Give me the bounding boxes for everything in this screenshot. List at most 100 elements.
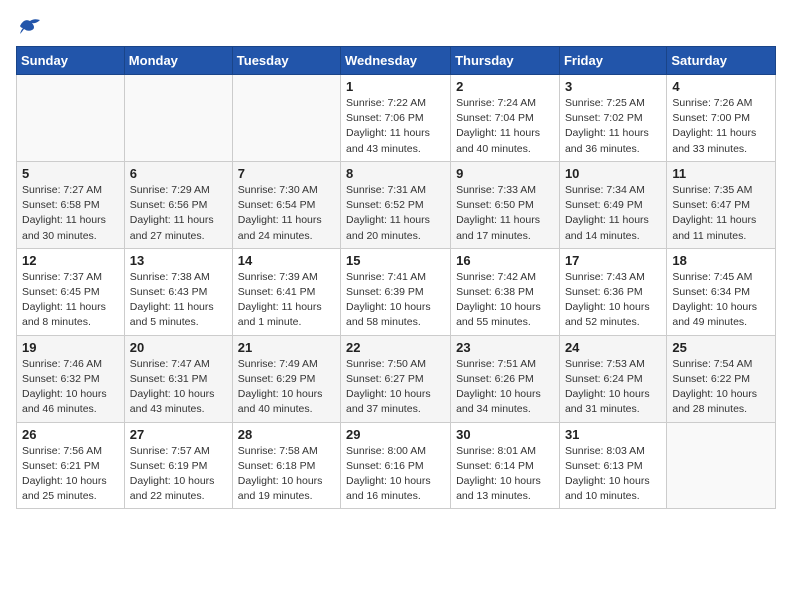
day-number: 7 bbox=[238, 166, 335, 181]
day-info: Sunrise: 8:01 AM Sunset: 6:14 PM Dayligh… bbox=[456, 444, 554, 505]
calendar-cell: 5 Sunrise: 7:27 AM Sunset: 6:58 PM Daylig… bbox=[17, 161, 125, 248]
day-info: Sunrise: 7:25 AM Sunset: 7:02 PM Dayligh… bbox=[565, 96, 661, 157]
calendar-cell: 1 Sunrise: 7:22 AM Sunset: 7:06 PM Daylig… bbox=[341, 75, 451, 162]
day-info: Sunrise: 7:39 AM Sunset: 6:41 PM Dayligh… bbox=[238, 270, 335, 331]
calendar-cell: 31 Sunrise: 8:03 AM Sunset: 6:13 PM Dayli… bbox=[559, 422, 666, 509]
day-number: 3 bbox=[565, 79, 661, 94]
calendar-cell: 30Sunrise: 8:01 AM Sunset: 6:14 PM Dayli… bbox=[451, 422, 560, 509]
day-number: 12 bbox=[22, 253, 119, 268]
logo-bird-icon bbox=[18, 16, 42, 36]
calendar-cell: 25 Sunrise: 7:54 AM Sunset: 6:22 PM Dayli… bbox=[667, 335, 776, 422]
calendar-cell: 20 Sunrise: 7:47 AM Sunset: 6:31 PM Dayli… bbox=[124, 335, 232, 422]
day-info: Sunrise: 7:45 AM Sunset: 6:34 PM Dayligh… bbox=[672, 270, 770, 331]
day-info: Sunrise: 7:42 AM Sunset: 6:38 PM Dayligh… bbox=[456, 270, 554, 331]
calendar-cell: 10Sunrise: 7:34 AM Sunset: 6:49 PM Dayli… bbox=[559, 161, 666, 248]
calendar-cell: 12Sunrise: 7:37 AM Sunset: 6:45 PM Dayli… bbox=[17, 248, 125, 335]
day-number: 4 bbox=[672, 79, 770, 94]
day-info: Sunrise: 7:49 AM Sunset: 6:29 PM Dayligh… bbox=[238, 357, 335, 418]
calendar-cell: 8 Sunrise: 7:31 AM Sunset: 6:52 PM Daylig… bbox=[341, 161, 451, 248]
calendar-cell: 9 Sunrise: 7:33 AM Sunset: 6:50 PM Daylig… bbox=[451, 161, 560, 248]
day-info: Sunrise: 8:00 AM Sunset: 6:16 PM Dayligh… bbox=[346, 444, 445, 505]
calendar-week-row: 1 Sunrise: 7:22 AM Sunset: 7:06 PM Daylig… bbox=[17, 75, 776, 162]
calendar-cell: 24 Sunrise: 7:53 AM Sunset: 6:24 PM Dayli… bbox=[559, 335, 666, 422]
day-number: 1 bbox=[346, 79, 445, 94]
day-info: Sunrise: 7:31 AM Sunset: 6:52 PM Dayligh… bbox=[346, 183, 445, 244]
page-container: SundayMondayTuesdayWednesdayThursdayFrid… bbox=[0, 0, 792, 521]
day-info: Sunrise: 7:24 AM Sunset: 7:04 PM Dayligh… bbox=[456, 96, 554, 157]
day-info: Sunrise: 7:56 AM Sunset: 6:21 PM Dayligh… bbox=[22, 444, 119, 505]
header bbox=[16, 16, 776, 36]
day-info: Sunrise: 8:03 AM Sunset: 6:13 PM Dayligh… bbox=[565, 444, 661, 505]
weekday-header-wednesday: Wednesday bbox=[341, 47, 451, 75]
day-number: 24 bbox=[565, 340, 661, 355]
day-number: 29 bbox=[346, 427, 445, 442]
calendar-cell: 4 Sunrise: 7:26 AM Sunset: 7:00 PM Daylig… bbox=[667, 75, 776, 162]
day-info: Sunrise: 7:38 AM Sunset: 6:43 PM Dayligh… bbox=[130, 270, 227, 331]
day-info: Sunrise: 7:34 AM Sunset: 6:49 PM Dayligh… bbox=[565, 183, 661, 244]
day-info: Sunrise: 7:54 AM Sunset: 6:22 PM Dayligh… bbox=[672, 357, 770, 418]
day-info: Sunrise: 7:33 AM Sunset: 6:50 PM Dayligh… bbox=[456, 183, 554, 244]
day-number: 2 bbox=[456, 79, 554, 94]
day-number: 28 bbox=[238, 427, 335, 442]
weekday-header-saturday: Saturday bbox=[667, 47, 776, 75]
day-number: 25 bbox=[672, 340, 770, 355]
day-number: 17 bbox=[565, 253, 661, 268]
day-number: 26 bbox=[22, 427, 119, 442]
day-info: Sunrise: 7:57 AM Sunset: 6:19 PM Dayligh… bbox=[130, 444, 227, 505]
calendar-cell: 3 Sunrise: 7:25 AM Sunset: 7:02 PM Daylig… bbox=[559, 75, 666, 162]
calendar-cell: 28Sunrise: 7:58 AM Sunset: 6:18 PM Dayli… bbox=[232, 422, 340, 509]
day-number: 8 bbox=[346, 166, 445, 181]
calendar-cell: 22 Sunrise: 7:50 AM Sunset: 6:27 PM Dayli… bbox=[341, 335, 451, 422]
day-info: Sunrise: 7:26 AM Sunset: 7:00 PM Dayligh… bbox=[672, 96, 770, 157]
calendar-cell: 18 Sunrise: 7:45 AM Sunset: 6:34 PM Dayli… bbox=[667, 248, 776, 335]
day-info: Sunrise: 7:41 AM Sunset: 6:39 PM Dayligh… bbox=[346, 270, 445, 331]
calendar-cell: 14 Sunrise: 7:39 AM Sunset: 6:41 PM Dayli… bbox=[232, 248, 340, 335]
day-info: Sunrise: 7:30 AM Sunset: 6:54 PM Dayligh… bbox=[238, 183, 335, 244]
day-number: 9 bbox=[456, 166, 554, 181]
day-info: Sunrise: 7:29 AM Sunset: 6:56 PM Dayligh… bbox=[130, 183, 227, 244]
day-number: 18 bbox=[672, 253, 770, 268]
day-info: Sunrise: 7:51 AM Sunset: 6:26 PM Dayligh… bbox=[456, 357, 554, 418]
calendar-week-row: 19Sunrise: 7:46 AM Sunset: 6:32 PM Dayli… bbox=[17, 335, 776, 422]
calendar-week-row: 26 Sunrise: 7:56 AM Sunset: 6:21 PM Dayli… bbox=[17, 422, 776, 509]
day-info: Sunrise: 7:27 AM Sunset: 6:58 PM Dayligh… bbox=[22, 183, 119, 244]
calendar-cell: 29 Sunrise: 8:00 AM Sunset: 6:16 PM Dayli… bbox=[341, 422, 451, 509]
calendar-cell: 15 Sunrise: 7:41 AM Sunset: 6:39 PM Dayli… bbox=[341, 248, 451, 335]
day-number: 20 bbox=[130, 340, 227, 355]
day-number: 27 bbox=[130, 427, 227, 442]
calendar-cell bbox=[17, 75, 125, 162]
day-number: 5 bbox=[22, 166, 119, 181]
calendar-cell: 6 Sunrise: 7:29 AM Sunset: 6:56 PM Daylig… bbox=[124, 161, 232, 248]
weekday-header-monday: Monday bbox=[124, 47, 232, 75]
calendar-table: SundayMondayTuesdayWednesdayThursdayFrid… bbox=[16, 46, 776, 509]
day-info: Sunrise: 7:22 AM Sunset: 7:06 PM Dayligh… bbox=[346, 96, 445, 157]
day-number: 22 bbox=[346, 340, 445, 355]
day-number: 16 bbox=[456, 253, 554, 268]
calendar-cell bbox=[124, 75, 232, 162]
weekday-header-friday: Friday bbox=[559, 47, 666, 75]
calendar-cell: 21 Sunrise: 7:49 AM Sunset: 6:29 PM Dayli… bbox=[232, 335, 340, 422]
day-number: 21 bbox=[238, 340, 335, 355]
calendar-cell: 7 Sunrise: 7:30 AM Sunset: 6:54 PM Daylig… bbox=[232, 161, 340, 248]
day-info: Sunrise: 7:43 AM Sunset: 6:36 PM Dayligh… bbox=[565, 270, 661, 331]
calendar-cell: 27 Sunrise: 7:57 AM Sunset: 6:19 PM Dayli… bbox=[124, 422, 232, 509]
calendar-header-row: SundayMondayTuesdayWednesdayThursdayFrid… bbox=[17, 47, 776, 75]
day-number: 23 bbox=[456, 340, 554, 355]
calendar-cell: 16 Sunrise: 7:42 AM Sunset: 6:38 PM Dayli… bbox=[451, 248, 560, 335]
day-info: Sunrise: 7:35 AM Sunset: 6:47 PM Dayligh… bbox=[672, 183, 770, 244]
calendar-cell bbox=[232, 75, 340, 162]
day-info: Sunrise: 7:46 AM Sunset: 6:32 PM Dayligh… bbox=[22, 357, 119, 418]
day-number: 14 bbox=[238, 253, 335, 268]
day-number: 6 bbox=[130, 166, 227, 181]
day-info: Sunrise: 7:53 AM Sunset: 6:24 PM Dayligh… bbox=[565, 357, 661, 418]
day-number: 31 bbox=[565, 427, 661, 442]
day-info: Sunrise: 7:47 AM Sunset: 6:31 PM Dayligh… bbox=[130, 357, 227, 418]
calendar-week-row: 5 Sunrise: 7:27 AM Sunset: 6:58 PM Daylig… bbox=[17, 161, 776, 248]
weekday-header-sunday: Sunday bbox=[17, 47, 125, 75]
weekday-header-thursday: Thursday bbox=[451, 47, 560, 75]
calendar-cell bbox=[667, 422, 776, 509]
logo bbox=[16, 16, 42, 36]
day-number: 15 bbox=[346, 253, 445, 268]
calendar-cell: 11Sunrise: 7:35 AM Sunset: 6:47 PM Dayli… bbox=[667, 161, 776, 248]
day-info: Sunrise: 7:50 AM Sunset: 6:27 PM Dayligh… bbox=[346, 357, 445, 418]
